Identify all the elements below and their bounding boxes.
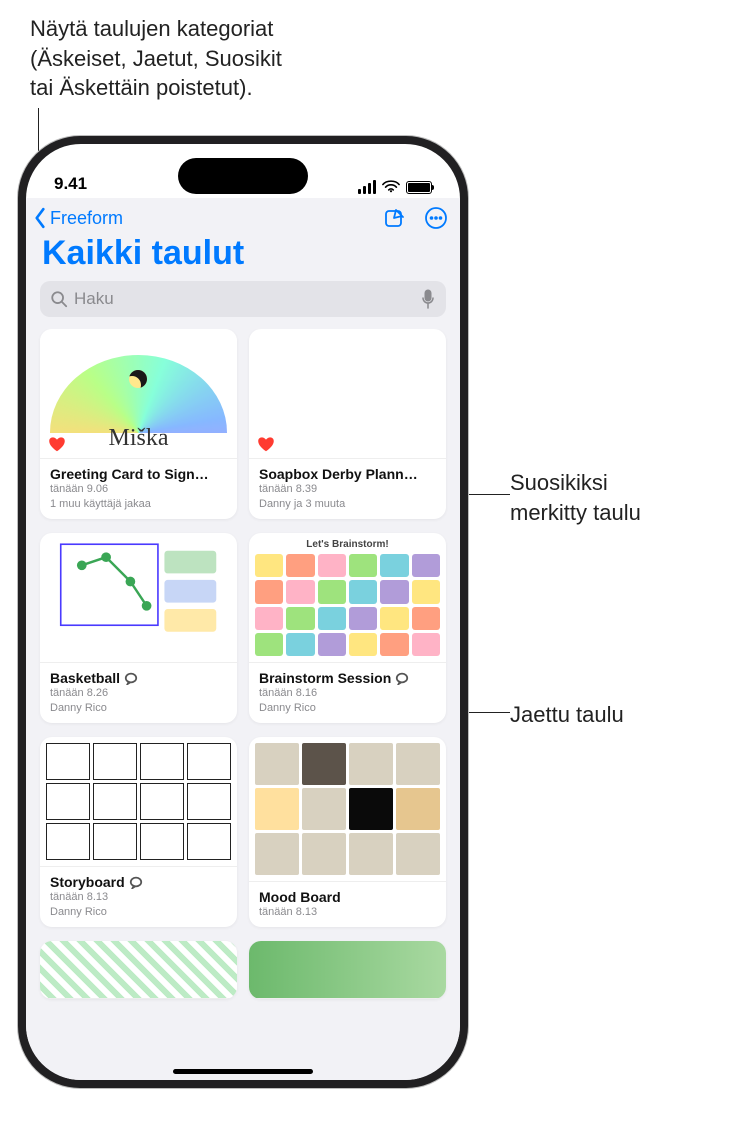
nav-bar: Freeform <box>26 198 460 232</box>
favorite-heart-icon <box>257 436 275 452</box>
board-thumbnail <box>40 941 237 999</box>
search-field[interactable]: Haku <box>40 281 446 317</box>
board-thumbnail: Miška <box>40 329 237 459</box>
board-time: tänään 8.13 <box>259 905 436 919</box>
chevron-left-icon <box>32 207 48 229</box>
board-subline: Danny Rico <box>50 905 227 919</box>
callout-favorite: Suosikiksi merkitty taulu <box>510 468 641 527</box>
boards-grid: Miška Greeting Card to Sign… tänään 9.06… <box>26 329 460 1080</box>
home-indicator[interactable] <box>173 1069 313 1074</box>
board-time: tänään 8.13 <box>50 890 227 904</box>
battery-icon <box>406 181 432 194</box>
phone-screen: 9.41 Freeform <box>26 144 460 1080</box>
back-button[interactable]: Freeform <box>32 207 123 229</box>
mic-icon <box>420 289 436 309</box>
board-thumbnail <box>249 737 446 882</box>
board-title: Basketball <box>50 670 120 686</box>
callout-categories: Näytä taulujen kategoriat (Äskeiset, Jae… <box>30 14 282 103</box>
board-card[interactable]: Miška Greeting Card to Sign… tänään 9.06… <box>40 329 237 519</box>
board-meta: Mood Board tänään 8.13 <box>249 882 446 927</box>
status-right <box>358 180 432 194</box>
board-title: Mood Board <box>259 889 341 905</box>
board-thumbnail <box>249 329 446 459</box>
board-card[interactable]: Soapbox Derby Plann… tänään 8.39 Danny j… <box>249 329 446 519</box>
board-subline: 1 muu käyttäjä jakaa <box>50 497 227 511</box>
shared-icon <box>395 671 409 685</box>
board-card[interactable]: Basketball tänään 8.26 Danny Rico <box>40 533 237 723</box>
board-subline: Danny Rico <box>50 701 227 715</box>
page-title: Kaikki taulut <box>26 232 460 279</box>
board-meta: Storyboard tänään 8.13 Danny Rico <box>40 867 237 927</box>
board-thumbnail <box>40 533 237 663</box>
board-thumbnail: Let's Brainstorm! <box>249 533 446 663</box>
board-title: Soapbox Derby Plann… <box>259 466 418 482</box>
board-meta: Brainstorm Session tänään 8.16 Danny Ric… <box>249 663 446 723</box>
compose-icon <box>382 206 406 230</box>
board-meta: Soapbox Derby Plann… tänään 8.39 Danny j… <box>249 459 446 519</box>
dynamic-island <box>178 158 308 194</box>
board-time: tänään 9.06 <box>50 482 227 496</box>
callout-shared: Jaettu taulu <box>510 700 624 730</box>
ellipsis-circle-icon <box>424 206 448 230</box>
board-subline: Danny ja 3 muuta <box>259 497 436 511</box>
board-card-peek[interactable] <box>40 941 237 999</box>
board-thumbnail <box>249 941 446 999</box>
board-title: Brainstorm Session <box>259 670 391 686</box>
search-icon <box>50 290 68 308</box>
shared-icon <box>124 671 138 685</box>
app-content: Freeform <box>26 198 460 1080</box>
board-thumbnail <box>40 737 237 867</box>
board-meta: Basketball tänään 8.26 Danny Rico <box>40 663 237 723</box>
board-time: tänään 8.26 <box>50 686 227 700</box>
board-card[interactable]: Mood Board tänään 8.13 <box>249 737 446 927</box>
shared-icon <box>129 875 143 889</box>
cell-signal-icon <box>358 180 376 194</box>
board-time: tänään 8.39 <box>259 482 436 496</box>
more-button[interactable] <box>424 206 448 230</box>
search-placeholder: Haku <box>74 289 414 309</box>
board-card[interactable]: Let's Brainstorm! Brainstorm Session <box>249 533 446 723</box>
board-title: Storyboard <box>50 874 125 890</box>
new-board-button[interactable] <box>382 206 406 230</box>
thumb-brainstorm-title: Let's Brainstorm! <box>306 539 388 550</box>
phone-frame: 9.41 Freeform <box>18 136 468 1088</box>
board-time: tänään 8.16 <box>259 686 436 700</box>
status-time: 9.41 <box>54 174 87 194</box>
board-card[interactable]: Storyboard tänään 8.13 Danny Rico <box>40 737 237 927</box>
board-card-peek[interactable] <box>249 941 446 999</box>
favorite-heart-icon <box>48 436 66 452</box>
board-title: Greeting Card to Sign… <box>50 466 209 482</box>
board-meta: Greeting Card to Sign… tänään 9.06 1 muu… <box>40 459 237 519</box>
back-label: Freeform <box>50 208 123 229</box>
wifi-icon <box>382 180 400 194</box>
thumb-script-text: Miška <box>109 425 169 452</box>
board-subline: Danny Rico <box>259 701 436 715</box>
